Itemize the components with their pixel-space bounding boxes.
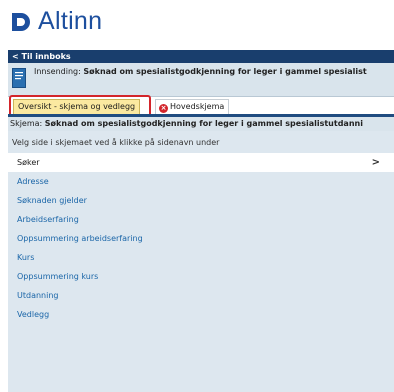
header: Altinn: [0, 0, 394, 46]
page-item-vedlegg[interactable]: Vedlegg: [8, 305, 394, 324]
page-item-arbeidserfaring[interactable]: Arbeidserfaring: [8, 210, 394, 229]
page-item-soker[interactable]: Søker >: [8, 153, 394, 172]
page-list: Søker > Adresse Søknaden gjelder Arbeidse…: [8, 153, 394, 324]
page-item-label: Søknaden gjelder: [17, 196, 87, 205]
brand-name[interactable]: Altinn: [38, 7, 102, 36]
page-item-label: Kurs: [17, 253, 35, 262]
error-icon: ×: [159, 104, 168, 113]
page-item-utdanning[interactable]: Utdanning: [8, 286, 394, 305]
panel-instruction: Velg side i skjemaet ved å klikke på sid…: [12, 138, 220, 147]
document-icon: [12, 68, 26, 88]
nav-bar: < Til innboks: [8, 50, 394, 63]
page-item-label: Utdanning: [17, 291, 59, 300]
chevron-right-icon: >: [371, 157, 380, 168]
page-item-kurs[interactable]: Kurs: [8, 248, 394, 267]
page-item-label: Vedlegg: [17, 310, 50, 319]
page-item-soknaden-gjelder[interactable]: Søknaden gjelder: [8, 191, 394, 210]
back-to-inbox-link[interactable]: < Til innboks: [12, 50, 71, 63]
page-item-label: Søker: [17, 158, 40, 167]
page-item-label: Oppsummering kurs: [17, 272, 99, 281]
page-list-panel: Velg side i skjemaet ved å klikke på sid…: [8, 131, 394, 392]
page-item-oppsummering-kurs[interactable]: Oppsummering kurs: [8, 267, 394, 286]
submission-title: Innsending: Søknad om spesialistgodkjenn…: [34, 67, 367, 76]
tab-overview[interactable]: Oversikt - skjema og vedlegg: [13, 99, 141, 115]
schema-title: Skjema: Søknad om spesialistgodkjenning …: [10, 119, 363, 128]
tab-main-label: Hovedskjema: [170, 102, 225, 111]
page-item-label: Arbeidserfaring: [17, 215, 79, 224]
tab-row: Oversikt - skjema og vedlegg × Hovedskjem…: [8, 95, 394, 117]
page-item-adresse[interactable]: Adresse: [8, 172, 394, 191]
tab-main-form[interactable]: × Hovedskjema: [155, 99, 230, 115]
page-item-label: Adresse: [17, 177, 49, 186]
altinn-logo-icon[interactable]: [10, 11, 32, 33]
page-item-oppsummering-arbeidserfaring[interactable]: Oppsummering arbeidserfaring: [8, 229, 394, 248]
page-item-label: Oppsummering arbeidserfaring: [17, 234, 143, 243]
submission-bar: Innsending: Søknad om spesialistgodkjenn…: [8, 63, 394, 97]
schema-bar: Skjema: Søknad om spesialistgodkjenning …: [8, 117, 394, 131]
